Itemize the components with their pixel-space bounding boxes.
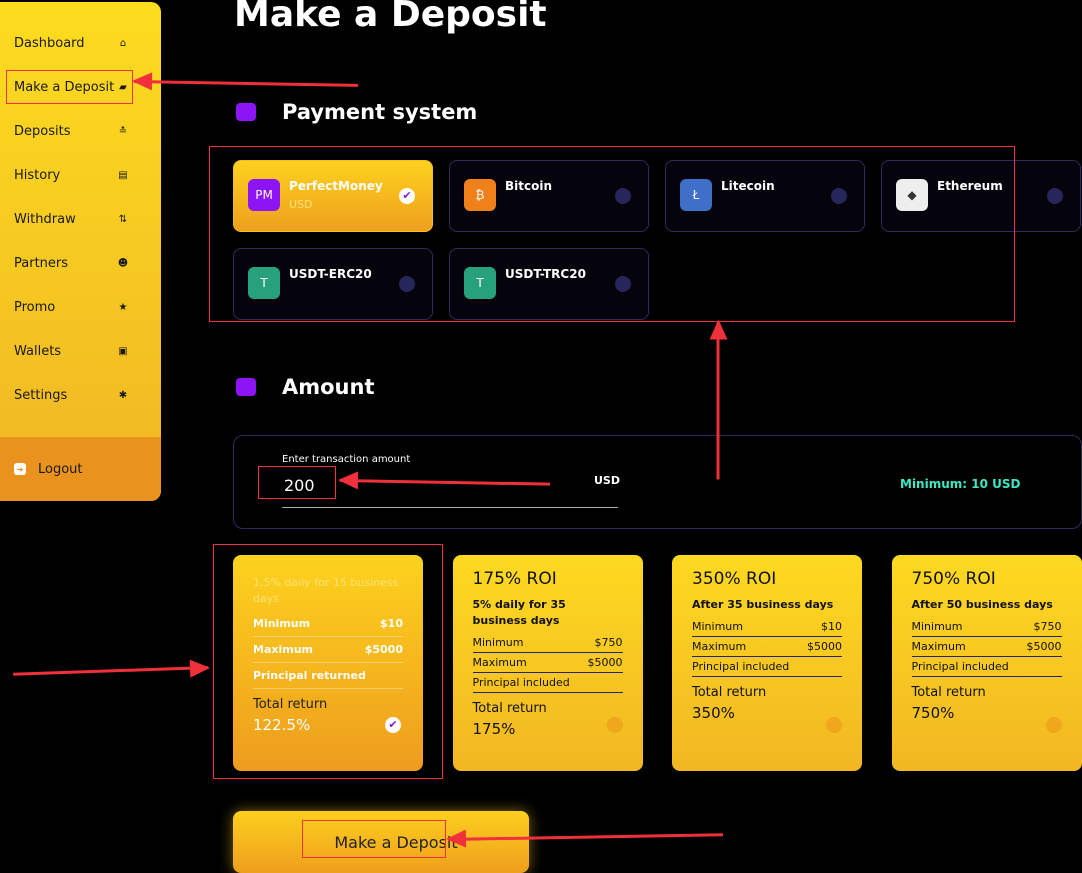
sidebar-item-label: Withdraw — [14, 212, 76, 227]
sidebar-item-history[interactable]: History ▤ — [14, 168, 129, 183]
page-title: Make a Deposit — [234, 0, 547, 35]
annotation-box — [258, 466, 336, 499]
plan-principal-row: Principal included — [911, 657, 1062, 677]
plan-title: 750% ROI — [911, 569, 996, 589]
minimum-note: Minimum: 10 USD — [900, 477, 1021, 491]
total-label: Total return — [472, 701, 547, 716]
total-value: 750% — [911, 704, 955, 722]
star-icon: ★ — [118, 302, 128, 313]
value: $750 — [594, 636, 623, 649]
deposits-icon: ≛ — [118, 126, 128, 137]
value: $10 — [821, 620, 842, 633]
annotation-box — [6, 70, 133, 104]
total-label: Total return — [911, 685, 986, 700]
amount-heading-text: Amount — [282, 375, 375, 399]
plan-max-row: Maximum $5000 — [911, 637, 1062, 657]
payment-heading: Payment system — [236, 100, 477, 124]
label: Minimum — [911, 620, 963, 633]
plan-max-row: Maximum $5000 — [472, 653, 623, 673]
total-label: Total return — [692, 685, 767, 700]
logout-label: Logout — [38, 461, 83, 477]
chart-icon — [236, 378, 256, 396]
annotation-box — [213, 544, 443, 779]
wallets-icon: ▣ — [118, 346, 128, 357]
wallet-icon — [236, 103, 256, 121]
plan-card[interactable]: 175% ROI 5% daily for 35 business days M… — [452, 555, 643, 771]
sidebar-item-deposits[interactable]: Deposits ≛ — [14, 124, 129, 139]
label: Minimum — [472, 636, 524, 649]
plan-principal-row: Principal included — [692, 657, 842, 677]
sidebar-item-label: Deposits — [14, 124, 71, 139]
annotation-arrow — [716, 321, 720, 480]
sidebar-item-label: Wallets — [14, 344, 62, 359]
radio-button[interactable] — [1045, 717, 1062, 733]
users-icon: ☻ — [117, 258, 129, 269]
plan-card[interactable]: 350% ROI After 35 business days Minimum $… — [672, 555, 862, 771]
label: Maximum — [911, 640, 966, 653]
radio-button[interactable] — [606, 717, 623, 733]
plan-desc: After 35 business days — [692, 598, 834, 611]
plan-principal-row: Principal included — [472, 673, 623, 693]
radio-button[interactable] — [1047, 188, 1063, 204]
label: Principal included — [911, 660, 1009, 673]
annotation-box — [209, 146, 1015, 322]
total-value: 175% — [472, 720, 516, 738]
label: Principal included — [692, 660, 790, 673]
plan-title: 350% ROI — [692, 569, 777, 589]
plan-card[interactable]: 750% ROI After 50 business days Minimum $… — [891, 555, 1082, 771]
plan-min-row: Minimum $10 — [692, 617, 842, 637]
label: Principal included — [472, 676, 570, 689]
sidebar-item-label: Partners — [14, 256, 69, 271]
plan-min-row: Minimum $750 — [911, 617, 1062, 637]
annotation-arrow — [133, 80, 358, 87]
gear-icon: ✱ — [118, 390, 128, 401]
payment-heading-text: Payment system — [282, 100, 478, 124]
sidebar-item-label: Dashboard — [14, 36, 85, 51]
plan-min-row: Minimum $750 — [472, 633, 623, 653]
plan-title: 175% ROI — [472, 569, 557, 589]
sidebar-item-settings[interactable]: Settings ✱ — [14, 388, 129, 403]
plan-desc: 5% daily for 35 business days — [472, 598, 566, 627]
logout-icon: ➜ — [14, 463, 26, 475]
home-icon: ⌂ — [119, 38, 127, 49]
withdraw-icon: ⇅ — [118, 214, 128, 225]
amount-heading: Amount — [236, 375, 375, 399]
history-icon: ▤ — [118, 170, 128, 181]
value: $5000 — [587, 656, 623, 669]
annotation-box — [302, 820, 446, 858]
label: Maximum — [472, 656, 527, 669]
annotation-arrow — [13, 666, 209, 676]
amount-label: Enter transaction amount — [282, 454, 411, 465]
plan-desc: After 50 business days — [911, 598, 1053, 611]
sidebar-item-label: History — [14, 168, 61, 183]
amount-currency: USD — [594, 474, 620, 487]
label: Minimum — [692, 620, 743, 633]
value: $750 — [1033, 620, 1062, 633]
plan-max-row: Maximum $5000 — [692, 637, 842, 657]
sidebar-item-partners[interactable]: Partners ☻ — [14, 256, 129, 271]
logout-button[interactable]: ➜ Logout — [0, 437, 161, 501]
sidebar-item-wallets[interactable]: Wallets ▣ — [14, 344, 129, 359]
sidebar-item-withdraw[interactable]: Withdraw ⇅ — [14, 212, 129, 227]
label: Maximum — [692, 640, 747, 653]
radio-button[interactable] — [826, 717, 842, 733]
value: $5000 — [1026, 640, 1062, 653]
sidebar-item-label: Promo — [14, 300, 56, 315]
sidebar-item-label: Settings — [14, 388, 68, 403]
sidebar-item-promo[interactable]: Promo ★ — [14, 300, 129, 315]
sidebar-item-dashboard[interactable]: Dashboard ⌂ — [14, 36, 129, 51]
total-value: 350% — [692, 704, 735, 722]
value: $5000 — [807, 640, 842, 653]
